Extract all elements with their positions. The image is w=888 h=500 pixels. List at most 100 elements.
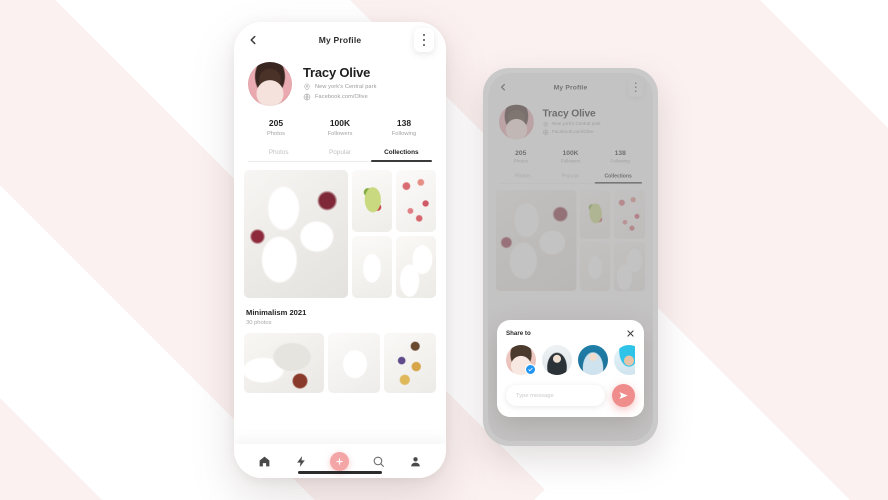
flash-icon bbox=[296, 455, 305, 467]
kebab-menu-icon[interactable] bbox=[627, 77, 644, 97]
photo-tile[interactable] bbox=[613, 189, 646, 239]
tab-popular[interactable]: Popular bbox=[309, 149, 370, 161]
profile-location: New york's Central park bbox=[315, 84, 377, 90]
stat-label: Following bbox=[610, 159, 630, 164]
location-pin-icon bbox=[543, 121, 548, 128]
photo-grid bbox=[234, 162, 446, 298]
globe-icon bbox=[303, 93, 311, 101]
photo-tile[interactable] bbox=[244, 333, 325, 393]
home-icon bbox=[259, 456, 270, 466]
nav-home-button[interactable] bbox=[257, 454, 272, 469]
nav-profile-button[interactable] bbox=[408, 454, 423, 469]
stat-photos[interactable]: 205 Photos bbox=[496, 149, 546, 164]
photo-tile[interactable] bbox=[351, 170, 392, 232]
stats-row: 205 Photos 100K Followers 138 Following bbox=[234, 106, 446, 137]
profile-location-row: New york's Central park bbox=[543, 121, 601, 128]
contact-avatar[interactable] bbox=[542, 345, 572, 375]
stat-value: 205 bbox=[268, 118, 284, 128]
close-icon[interactable] bbox=[626, 329, 635, 338]
profile-link[interactable]: Facebook.com/Olive bbox=[552, 130, 594, 135]
grid-left-column bbox=[244, 170, 348, 298]
bottom-navigation bbox=[234, 444, 446, 478]
grid-row bbox=[579, 242, 646, 292]
share-contacts-list bbox=[506, 345, 635, 375]
tab-underline bbox=[499, 182, 642, 184]
message-input[interactable] bbox=[506, 385, 605, 406]
phone2-tabs: Photos Popular Collections bbox=[488, 164, 653, 183]
phone2-appbar: My Profile bbox=[488, 73, 653, 101]
nav-search-button[interactable] bbox=[371, 454, 386, 469]
profile-header: Tracy Olive New york's Central park Face… bbox=[234, 58, 446, 106]
photo-tile-hero[interactable] bbox=[495, 189, 577, 292]
stat-label: Following bbox=[391, 131, 417, 137]
contact-avatar[interactable] bbox=[614, 345, 635, 375]
share-sheet-title: Share to bbox=[506, 330, 531, 337]
phone2-profile-info: Tracy Olive New york's Central park Face… bbox=[543, 107, 601, 137]
grid-right-column bbox=[351, 170, 437, 298]
profile-name: Tracy Olive bbox=[542, 106, 596, 119]
tabs: Photos Popular Collections bbox=[234, 137, 446, 161]
tab-photos[interactable]: Photos bbox=[248, 149, 309, 161]
location-pin-icon bbox=[304, 83, 310, 91]
tab-photos[interactable]: Photos bbox=[499, 173, 547, 182]
stat-photos[interactable]: 205 Photos bbox=[244, 118, 308, 137]
stat-label: Photos bbox=[513, 159, 528, 164]
home-indicator bbox=[298, 471, 382, 474]
share-sheet-dialog: Share to bbox=[497, 320, 644, 417]
photo-tile-hero[interactable] bbox=[244, 170, 348, 298]
stat-following[interactable]: 138 Following bbox=[595, 149, 645, 164]
photo-tile[interactable] bbox=[384, 333, 436, 393]
grid-row bbox=[351, 170, 437, 232]
contact-avatar[interactable] bbox=[578, 345, 608, 375]
phone1-screen: My Profile Tracy Olive New york's Centra… bbox=[234, 22, 446, 478]
stat-label: Followers bbox=[560, 159, 581, 164]
photo-tile[interactable] bbox=[351, 236, 392, 298]
send-button[interactable] bbox=[612, 384, 635, 407]
photo-tile[interactable] bbox=[328, 333, 381, 393]
profile-location: New york's Central park bbox=[551, 121, 601, 127]
stat-value: 100K bbox=[329, 118, 351, 128]
photo-tile[interactable] bbox=[579, 242, 611, 292]
plus-icon bbox=[336, 457, 344, 465]
grid-row bbox=[579, 189, 646, 239]
appbar: My Profile bbox=[234, 22, 446, 58]
profile-link-row: Facebook.com/Olive bbox=[303, 93, 377, 101]
photo-tile[interactable] bbox=[613, 242, 646, 292]
phone2-app-content: My Profile Tracy Olive New york's Centra… bbox=[488, 73, 653, 292]
album-caption: Minimalism 2021 30 photos bbox=[234, 298, 446, 326]
photo-tile[interactable] bbox=[395, 170, 437, 232]
profile-location-row: New york's Central park bbox=[303, 83, 377, 91]
globe-icon bbox=[543, 129, 549, 135]
nav-activity-button[interactable] bbox=[294, 454, 309, 469]
stat-followers[interactable]: 100K Followers bbox=[546, 149, 596, 164]
album-title: Minimalism 2021 bbox=[246, 308, 307, 317]
photo-tile[interactable] bbox=[579, 189, 611, 239]
phone2-stats-row: 205 Photos 100K Followers 138 Following bbox=[488, 139, 653, 164]
stat-label: Photos bbox=[266, 131, 286, 137]
profile-info: Tracy Olive New york's Central park Face… bbox=[303, 65, 377, 103]
photo-strip bbox=[234, 326, 446, 393]
profile-link[interactable]: Facebook.com/Olive bbox=[315, 94, 368, 100]
verified-badge-icon bbox=[525, 364, 536, 375]
search-icon bbox=[373, 456, 385, 467]
nav-add-button[interactable] bbox=[330, 451, 350, 471]
share-sheet-header: Share to bbox=[506, 329, 635, 338]
grid-row bbox=[351, 236, 437, 298]
stat-value: 205 bbox=[515, 148, 527, 157]
contact-avatar[interactable] bbox=[506, 345, 536, 375]
kebab-menu-icon[interactable] bbox=[414, 28, 434, 52]
phone2-screen: My Profile Tracy Olive New york's Centra… bbox=[488, 73, 653, 441]
photo-tile[interactable] bbox=[395, 236, 437, 298]
phone-mockup-secondary: My Profile Tracy Olive New york's Centra… bbox=[483, 68, 658, 446]
phone2-photo-grid bbox=[488, 184, 653, 292]
phone2-profile-header: Tracy Olive New york's Central park Face… bbox=[488, 101, 653, 140]
stat-followers[interactable]: 100K Followers bbox=[308, 118, 372, 137]
stat-following[interactable]: 138 Following bbox=[372, 118, 436, 137]
grid-left-column bbox=[495, 189, 577, 292]
tab-popular[interactable]: Popular bbox=[547, 173, 595, 182]
tab-underline bbox=[248, 160, 432, 162]
profile-link-row: Facebook.com/Olive bbox=[543, 129, 601, 135]
avatar[interactable] bbox=[499, 104, 534, 140]
stat-label: Followers bbox=[327, 131, 353, 137]
avatar[interactable] bbox=[248, 62, 292, 106]
